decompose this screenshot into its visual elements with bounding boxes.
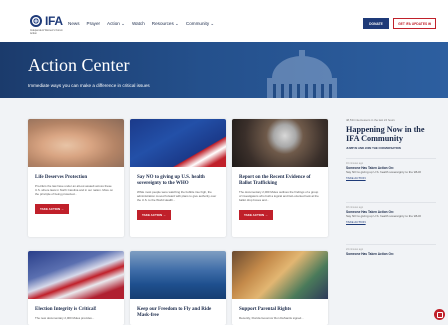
feed-title: Happening Now in the IFA Community bbox=[346, 125, 425, 144]
card-body: Pro-lifers the law have under an all-out… bbox=[35, 184, 113, 196]
feed-time: 16 minutes ago bbox=[346, 162, 364, 165]
card-title: Election Integrity is Critical! bbox=[35, 307, 97, 312]
divider bbox=[346, 244, 436, 245]
action-card[interactable]: Support Parental Rights Recently, Florid… bbox=[232, 251, 328, 325]
take-action-button[interactable]: TAKE ACTION → bbox=[239, 209, 273, 220]
logo-text: IFA bbox=[45, 14, 63, 28]
card-image-baby-hands bbox=[28, 119, 124, 167]
card-image-classroom bbox=[232, 251, 328, 299]
menu-item-resources[interactable]: Resources ⌄ bbox=[152, 21, 179, 27]
donate-button[interactable]: DONATE bbox=[363, 18, 389, 29]
hero-banner: Action Center Immediate ways you can mak… bbox=[0, 42, 448, 98]
action-card[interactable]: Report on the Recent Evidence of Ballot … bbox=[232, 119, 328, 237]
page-title: Action Center bbox=[28, 55, 130, 75]
intercessor-count: 48,534 intercessors in the last 24 hours bbox=[346, 118, 395, 122]
take-action-button[interactable]: TAKE ACTION → bbox=[137, 209, 171, 220]
feed-time: 18 minutes ago bbox=[346, 206, 364, 209]
card-title: Report on the Recent Evidence of Ballot … bbox=[239, 175, 311, 186]
divider bbox=[346, 202, 436, 203]
feed-description: Say NO to giving up U.S. health sovereig… bbox=[346, 214, 422, 218]
action-card[interactable]: Election Integrity is Critical! The new … bbox=[28, 251, 124, 325]
card-image-microphone bbox=[232, 119, 328, 167]
card-body: The documentary 2,000 Mules outlines the… bbox=[239, 190, 319, 202]
card-title: Keep our Freedom to Fly and Ride Mask-fr… bbox=[137, 307, 212, 318]
feed-time: 24 minutes ago bbox=[346, 248, 364, 251]
feed-item: 24 minutes ago Someone Has Taken Action … bbox=[346, 248, 436, 256]
card-title: Life Deserves Protection bbox=[35, 175, 88, 180]
main-menu: News Prayer Action ⌄ Watch Resources ⌄ C… bbox=[68, 21, 214, 27]
action-card[interactable]: Life Deserves Protection Pro-lifers the … bbox=[28, 119, 124, 237]
page-subtitle: Immediate ways you can make a difference… bbox=[28, 83, 150, 88]
menu-item-action[interactable]: Action ⌄ bbox=[107, 21, 125, 27]
card-title: Support Parental Rights bbox=[239, 307, 292, 312]
top-nav: IFA Independent Women's Forum Action New… bbox=[0, 0, 448, 42]
card-image-flag bbox=[130, 119, 226, 167]
feed-item: 18 minutes ago Someone Has Taken Action … bbox=[346, 206, 436, 224]
action-card[interactable]: Say NO to giving up U.S. health sovereig… bbox=[130, 119, 226, 237]
chat-icon[interactable] bbox=[434, 309, 445, 320]
feed-heading: Someone Has Taken Action On: bbox=[346, 252, 394, 256]
logo-subtitle: Independent Women's Forum Action bbox=[30, 29, 63, 35]
menu-item-watch[interactable]: Watch bbox=[132, 21, 145, 27]
menu-item-prayer[interactable]: Prayer bbox=[87, 21, 101, 27]
card-image-flag-waving bbox=[28, 251, 124, 299]
ifa-logo[interactable]: IFA bbox=[30, 14, 63, 28]
card-title: Say NO to giving up U.S. health sovereig… bbox=[137, 175, 205, 186]
community-feed: 48,534 intercessors in the last 24 hours… bbox=[346, 118, 436, 256]
action-card[interactable]: Keep our Freedom to Fly and Ride Mask-fr… bbox=[130, 251, 226, 325]
feed-description: Say NO to giving up U.S. health sovereig… bbox=[346, 170, 422, 174]
feed-take-action-link[interactable]: TAKE ACTION bbox=[346, 176, 436, 180]
get-updates-button[interactable]: GET IFA UPDATES ✉ bbox=[393, 18, 436, 29]
join-conversation-link[interactable]: JUMP IN AND JOIN THE CONVERSATION bbox=[346, 146, 436, 150]
capitol-dome-image bbox=[267, 50, 337, 98]
card-image-airplane-seats bbox=[130, 251, 226, 299]
card-body: The new documentary 2,000 Mules provides… bbox=[35, 316, 95, 320]
menu-item-community[interactable]: Community ⌄ bbox=[186, 21, 214, 27]
menu-item-news[interactable]: News bbox=[68, 21, 80, 27]
divider bbox=[346, 158, 436, 159]
feed-take-action-link[interactable]: TAKE ACTION bbox=[346, 220, 436, 224]
card-body: While most people were watching the bubb… bbox=[137, 190, 217, 202]
take-action-button[interactable]: TAKE ACTION → bbox=[35, 203, 69, 214]
logo-seal-icon bbox=[30, 15, 42, 27]
feed-item: 16 minutes ago Someone Has Taken Action … bbox=[346, 162, 436, 180]
card-body: Recently, Florida Governor Ron DeSantis … bbox=[239, 316, 304, 320]
